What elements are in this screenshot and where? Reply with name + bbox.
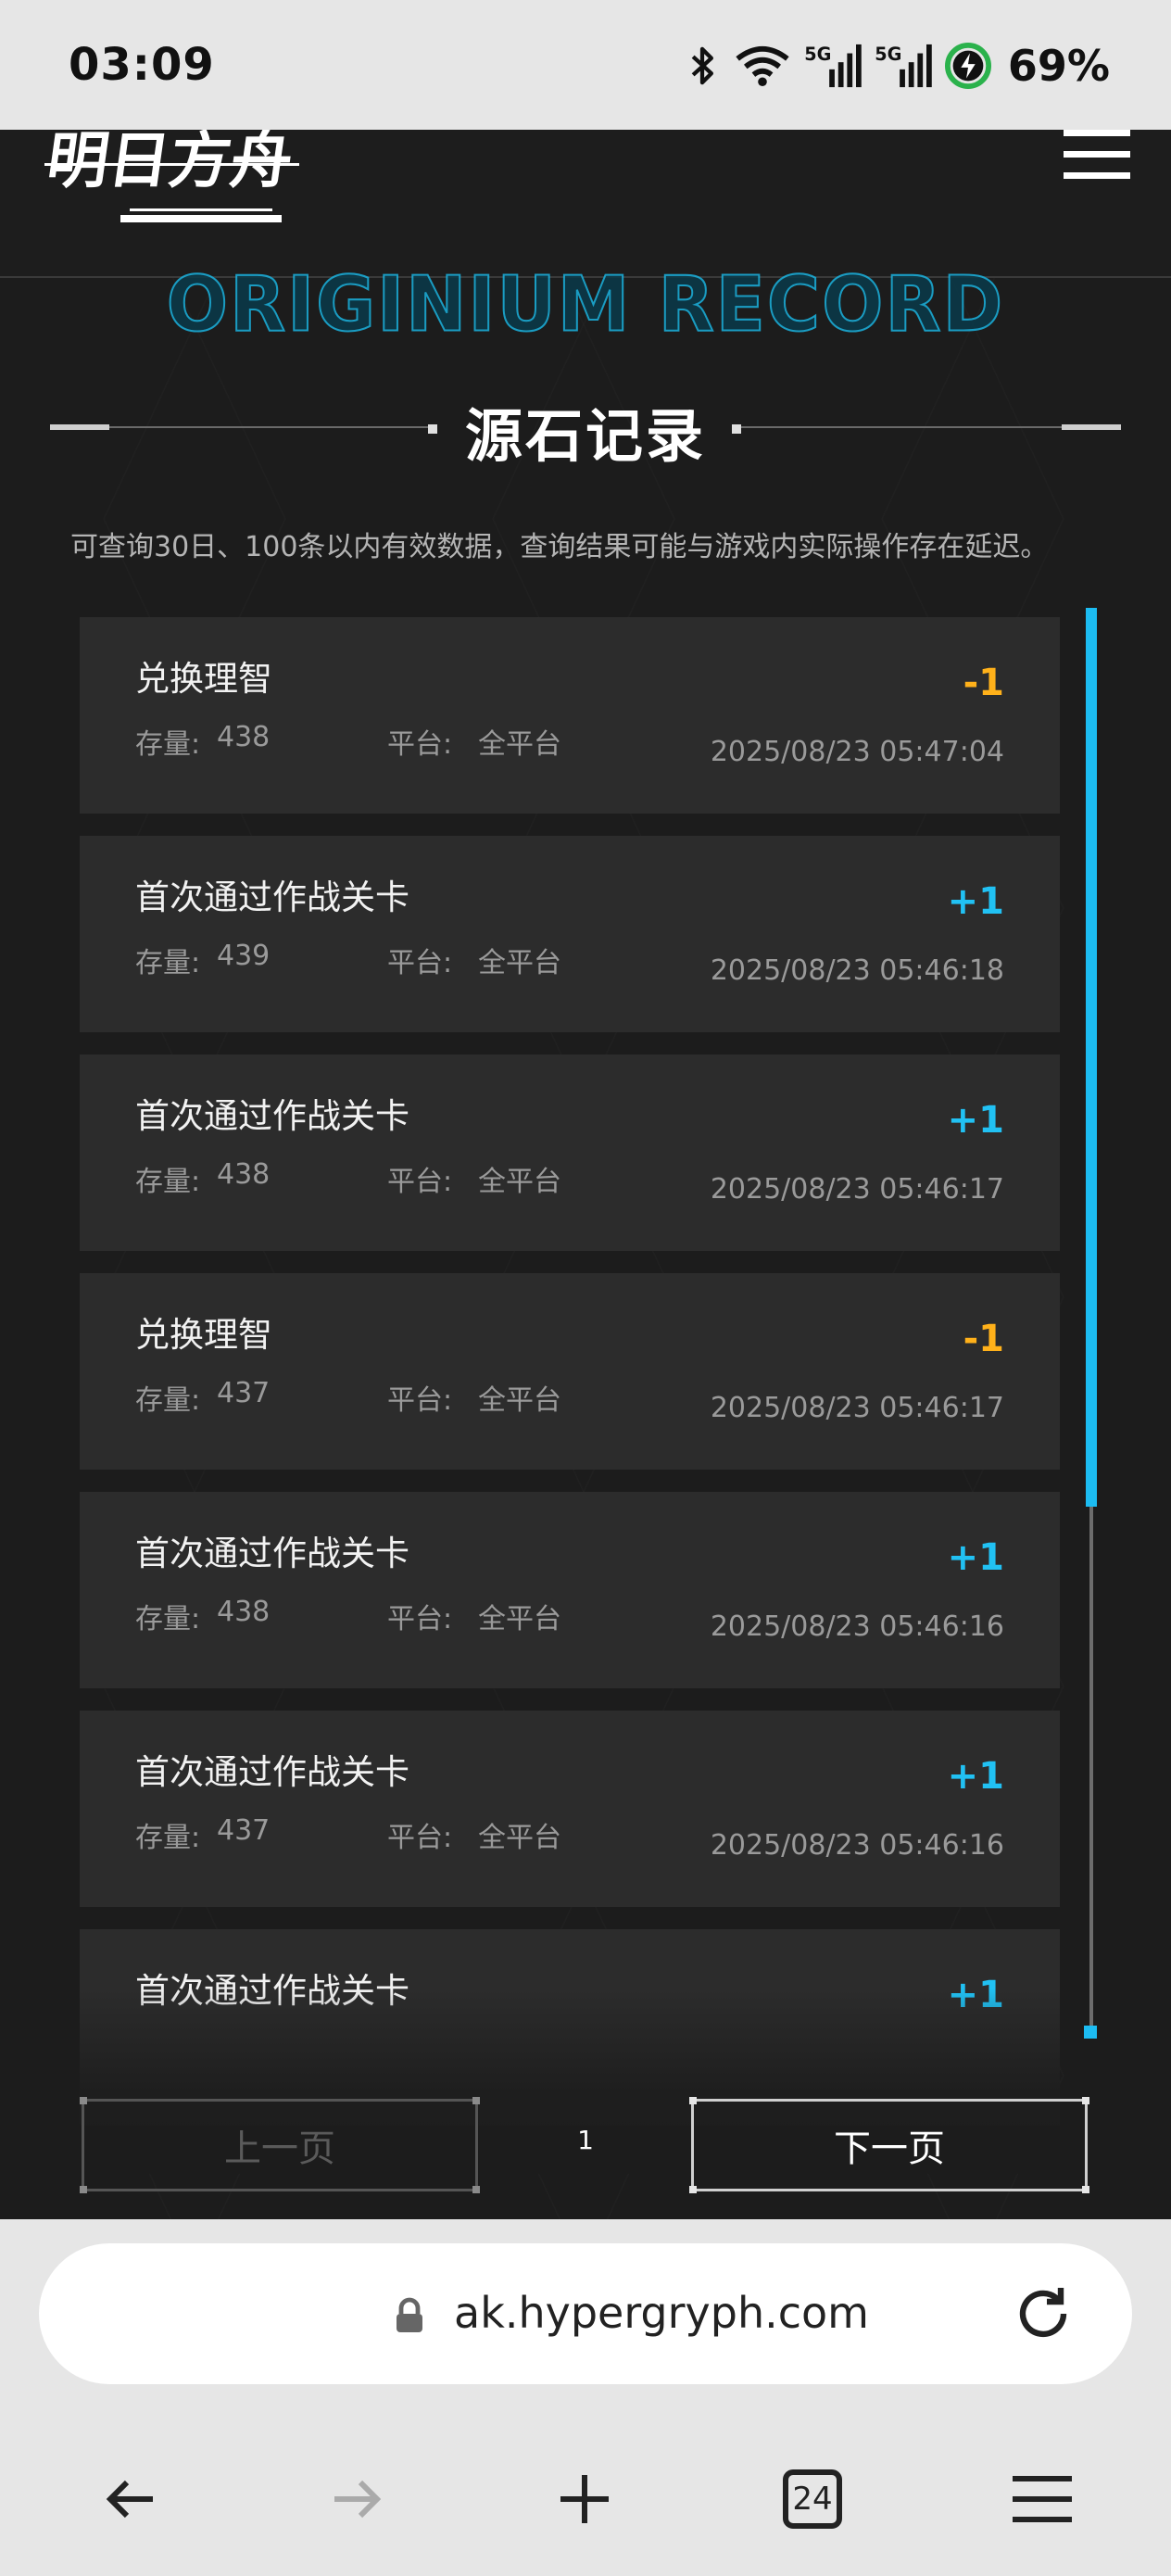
back-arrow-icon[interactable] (89, 2457, 172, 2541)
next-page-label: 下一页 (834, 2128, 945, 2170)
record-delta: +1 (947, 1755, 1004, 1798)
section-title-chinese: 源石记录 (464, 402, 706, 470)
record-platform-label: 平台: (387, 1384, 453, 1417)
record-delta: +1 (947, 1536, 1004, 1579)
record-stock-label: 存量: (135, 1603, 201, 1635)
record-timestamp: 2025/08/23 05:46:16 (710, 1610, 1004, 1643)
record-stock-label: 存量: (135, 1166, 201, 1198)
record-row: 首次通过作战关卡 +1 存量: 439 平台: 全平台 2025/08/23 05:46:1… (80, 836, 1060, 1032)
record-stock-label: 存量: (135, 728, 201, 761)
signal-5g-icon: 5G (804, 44, 862, 88)
record-stock-label: 存量: (135, 1384, 201, 1417)
record-platform-label: 平台: (387, 1166, 453, 1198)
site-header: 明日方舟 (0, 130, 1171, 278)
record-stock: 438 (217, 721, 271, 753)
record-title: 首次通过作战关卡 (135, 1534, 409, 1573)
reload-icon[interactable] (1010, 2280, 1077, 2347)
battery-percentage: 69% (1007, 41, 1110, 91)
record-title: 兑换理智 (135, 659, 272, 699)
status-time: 03:09 (69, 39, 215, 91)
record-platform-label: 平台: (387, 1603, 453, 1635)
record-stock-label: 存量: (135, 1822, 201, 1854)
record-row: 兑换理智 -1 存量: 437 平台: 全平台 2025/08/23 05:46:17 (80, 1273, 1060, 1470)
record-title: 首次通过作战关卡 (135, 1971, 409, 2011)
status-bar: 03:09 5G 5G 69% (0, 0, 1171, 130)
query-notice: 可查询30日、100条以内有效数据，查询结果可能与游戏内实际操作存在延迟。 (70, 531, 1049, 563)
hamburger-menu-icon[interactable] (1064, 130, 1134, 185)
record-delta: +1 (947, 1099, 1004, 1142)
record-row: 首次通过作战关卡 +1 (80, 1929, 1060, 2126)
record-timestamp: 2025/08/23 05:46:17 (710, 1392, 1004, 1424)
pagination: 上一页 1 下一页 (0, 2097, 1171, 2193)
prev-page-label: 上一页 (224, 2128, 335, 2170)
record-platform: 全平台 (478, 1603, 561, 1635)
record-delta: +1 (947, 880, 1004, 923)
record-title: 兑换理智 (135, 1315, 272, 1355)
record-platform: 全平台 (478, 947, 561, 979)
svg-text:5G: 5G (804, 44, 831, 65)
new-tab-plus-icon[interactable] (543, 2457, 626, 2541)
record-platform: 全平台 (478, 1384, 561, 1417)
record-row: 首次通过作战关卡 +1 存量: 437 平台: 全平台 2025/08/23 05:46:1… (80, 1711, 1060, 1907)
status-icons: 5G 5G 69% (684, 41, 1110, 91)
svg-text:5G: 5G (875, 44, 901, 65)
bluetooth-icon (691, 46, 713, 85)
forward-arrow-icon[interactable] (315, 2457, 398, 2541)
tabs-count-button[interactable]: 24 (771, 2457, 854, 2541)
address-bar[interactable]: ak.hypergryph.com (39, 2243, 1132, 2384)
record-timestamp: 2025/08/23 05:46:17 (710, 1173, 1004, 1206)
record-title: 首次通过作战关卡 (135, 1752, 409, 1792)
record-platform-label: 平台: (387, 1822, 453, 1854)
url-text[interactable]: ak.hypergryph.com (454, 2288, 869, 2338)
record-title: 首次通过作战关卡 (135, 878, 409, 917)
record-platform: 全平台 (478, 728, 561, 761)
record-row: 兑换理智 -1 存量: 438 平台: 全平台 2025/08/23 05:47:04 (80, 617, 1060, 814)
svg-text:明日方舟: 明日方舟 (44, 130, 297, 196)
record-title: 首次通过作战关卡 (135, 1096, 409, 1136)
current-page-number: 1 (577, 2125, 594, 2155)
prev-page-button[interactable]: 上一页 (80, 2097, 480, 2193)
record-platform-label: 平台: (387, 728, 453, 761)
arknights-logo[interactable]: 明日方舟 (44, 130, 304, 232)
record-platform: 全平台 (478, 1166, 561, 1198)
scrollbar-end-marker (1084, 2026, 1097, 2039)
lock-icon (397, 2297, 422, 2332)
record-stock: 438 (217, 1596, 271, 1628)
battery-charging-icon (944, 43, 991, 89)
record-stock: 437 (217, 1377, 271, 1409)
record-delta: -1 (963, 1318, 1004, 1360)
record-stock: 439 (217, 940, 271, 972)
record-row: 首次通过作战关卡 +1 存量: 438 平台: 全平台 2025/08/23 05:46:1… (80, 1054, 1060, 1251)
record-timestamp: 2025/08/23 05:46:18 (710, 954, 1004, 987)
record-delta: -1 (963, 662, 1004, 704)
record-stock: 437 (217, 1814, 271, 1847)
record-list[interactable]: 兑换理智 -1 存量: 438 平台: 全平台 2025/08/23 05:47:04 首次通… (80, 617, 1060, 2174)
record-timestamp: 2025/08/23 05:47:04 (710, 736, 1004, 768)
browser-toolbar: ak.hypergryph.com 24 (0, 2219, 1171, 2576)
browser-menu-icon[interactable] (1001, 2457, 1084, 2541)
web-page: 明日方舟 ORIGINIUM RECORD 源石记录 可查询30日、100条以内… (0, 130, 1171, 2219)
record-platform: 全平台 (478, 1822, 561, 1854)
browser-nav: 24 (0, 2446, 1171, 2576)
record-platform-label: 平台: (387, 947, 453, 979)
signal-5g-icon: 5G (875, 44, 932, 88)
tabs-count: 24 (792, 2481, 833, 2518)
wifi-icon (736, 45, 789, 87)
scrollbar-thumb[interactable] (1086, 608, 1097, 1507)
record-timestamp: 2025/08/23 05:46:16 (710, 1829, 1004, 1862)
record-stock-label: 存量: (135, 947, 201, 979)
record-stock: 438 (217, 1158, 271, 1191)
next-page-button[interactable]: 下一页 (689, 2097, 1089, 2193)
section-title-english: ORIGINIUM RECORD (166, 260, 1005, 350)
record-delta: +1 (947, 1974, 1004, 2016)
record-row: 首次通过作战关卡 +1 存量: 438 平台: 全平台 2025/08/23 05:46:1… (80, 1492, 1060, 1688)
